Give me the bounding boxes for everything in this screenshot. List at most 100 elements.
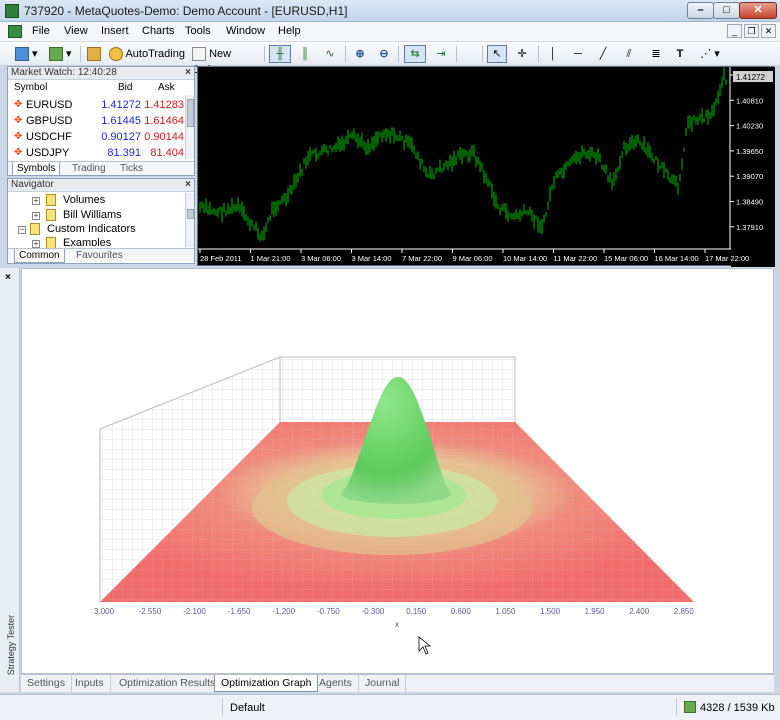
channel-button[interactable]: ⫽ bbox=[618, 45, 640, 63]
scrollbar-thumb[interactable] bbox=[187, 209, 194, 219]
column-symbol[interactable]: Symbol bbox=[14, 82, 47, 93]
tab-common[interactable]: Common bbox=[14, 249, 65, 263]
ask-value: 1.61464 bbox=[144, 115, 184, 127]
price-chart[interactable]: 1.412901.408101.402301.396501.390701.384… bbox=[197, 66, 775, 267]
menu-tools[interactable]: Tools bbox=[185, 25, 211, 37]
menu-help[interactable]: Help bbox=[278, 25, 301, 37]
tab-optimization-results[interactable]: Optimization Results bbox=[113, 675, 223, 692]
menu-insert[interactable]: Insert bbox=[101, 25, 129, 37]
ask-value: 0.90144 bbox=[144, 131, 184, 143]
x-tick-label: 2.850 bbox=[674, 607, 695, 616]
x-tick-label: -2.100 bbox=[183, 607, 206, 616]
zoom-in-icon: ⊕ bbox=[355, 48, 365, 60]
nav-item-bill-williams[interactable]: Bill Williams bbox=[63, 209, 122, 221]
minimize-button[interactable]: – bbox=[687, 2, 714, 19]
bar-chart-button[interactable]: ╫ bbox=[269, 45, 291, 63]
symbol-row[interactable]: ✥ EURUSD 1.41272 1.41283 bbox=[8, 97, 184, 113]
status-bar: Default 4328 / 1539 Kb bbox=[0, 694, 780, 720]
symbol-name: EURUSD bbox=[26, 99, 73, 111]
x-tick-label: 1.950 bbox=[585, 607, 606, 616]
x-tick-label: -0.750 bbox=[317, 607, 340, 616]
mdi-restore-button[interactable]: ❐ bbox=[744, 24, 759, 38]
close-button[interactable]: ✕ bbox=[739, 2, 777, 19]
line-chart-button[interactable]: ∿ bbox=[319, 45, 341, 63]
candlestick-button[interactable]: ║ bbox=[294, 45, 316, 63]
profiles-button[interactable]: ▾ bbox=[48, 45, 78, 63]
collapse-icon[interactable]: − bbox=[18, 226, 26, 234]
menu-window[interactable]: Window bbox=[226, 25, 265, 37]
menu-view[interactable]: View bbox=[64, 25, 88, 37]
autotrading-button[interactable]: AutoTrading bbox=[108, 45, 188, 63]
tab-ticks[interactable]: Ticks bbox=[116, 162, 147, 176]
custom-indicator-icon bbox=[30, 223, 40, 235]
mdi-minimize-button[interactable]: _ bbox=[727, 24, 742, 38]
expand-icon[interactable]: + bbox=[32, 240, 40, 248]
column-bid[interactable]: Bid bbox=[118, 82, 132, 93]
vertical-line-button[interactable]: │ bbox=[543, 45, 563, 63]
optimization-graph[interactable]: 3.000 -2.550 -2.100 -1.650 -1.200 -0.750 -0.30… bbox=[21, 268, 774, 674]
tab-symbols[interactable]: Symbols bbox=[12, 162, 61, 176]
vertical-line-icon: │ bbox=[549, 48, 557, 60]
fibonacci-button[interactable]: ≣ bbox=[645, 45, 667, 63]
profiles-icon bbox=[49, 47, 63, 62]
menu-charts[interactable]: Charts bbox=[142, 25, 174, 37]
cursor-tool-button[interactable]: ↖ bbox=[487, 45, 507, 63]
autoscroll-button[interactable]: ⇆ bbox=[404, 45, 426, 63]
expand-icon[interactable]: + bbox=[32, 212, 40, 220]
x-tick-label: 0.150 bbox=[406, 607, 427, 616]
tab-optimization-graph[interactable]: Optimization Graph bbox=[214, 675, 319, 692]
time-tick-label: 10 Mar 14:00 bbox=[503, 254, 547, 263]
zoom-in-button[interactable]: ⊕ bbox=[350, 45, 370, 63]
nav-item-volumes[interactable]: Volumes bbox=[63, 194, 105, 206]
market-button[interactable] bbox=[86, 45, 104, 63]
maximize-button[interactable]: □ bbox=[713, 2, 740, 19]
ask-value: 1.41283 bbox=[144, 99, 184, 111]
zoom-out-icon: ⊖ bbox=[379, 48, 389, 60]
horizontal-line-button[interactable]: ─ bbox=[568, 45, 588, 63]
new-order-button[interactable]: New Order bbox=[191, 45, 259, 76]
expand-icon[interactable]: + bbox=[32, 197, 40, 205]
navigator-scrollbar[interactable] bbox=[185, 193, 194, 247]
chart-window-icon[interactable] bbox=[8, 25, 22, 38]
price-direction-icon: ✥ bbox=[14, 115, 23, 126]
shapes-button[interactable]: ⋰ ▾ bbox=[695, 45, 725, 63]
navigator-close-icon[interactable]: × bbox=[185, 179, 191, 191]
nav-item-custom-indicators[interactable]: Custom Indicators bbox=[47, 223, 136, 235]
tab-agents[interactable]: Agents bbox=[313, 675, 359, 692]
tab-favourites[interactable]: Favourites bbox=[72, 249, 127, 263]
horizontal-line-icon: ─ bbox=[574, 48, 582, 60]
new-chart-button[interactable]: ▾ bbox=[14, 45, 44, 63]
symbol-row[interactable]: ✥ GBPUSD 1.61445 1.61464 bbox=[8, 113, 184, 129]
market-watch-panel: Market Watch: 12:40:28 × Symbol Bid Ask ✥… bbox=[7, 66, 195, 176]
scrollbar-thumb[interactable] bbox=[187, 99, 194, 127]
market-watch-tabs: Symbols Trading Ticks bbox=[8, 161, 194, 176]
zoom-out-button[interactable]: ⊖ bbox=[374, 45, 394, 63]
chart-shift-icon: ⇥ bbox=[436, 48, 446, 60]
market-watch-close-icon[interactable]: × bbox=[185, 67, 191, 79]
crosshair-button[interactable]: ✛ bbox=[512, 45, 532, 63]
symbol-row[interactable]: ✥ USDJPY 81.391 81.404 bbox=[8, 145, 184, 161]
strategy-tester-label: Strategy Tester bbox=[6, 614, 16, 676]
status-profile: Default bbox=[230, 702, 265, 714]
market-watch-scrollbar[interactable] bbox=[185, 95, 194, 159]
tab-inputs[interactable]: Inputs bbox=[69, 675, 111, 692]
trendline-button[interactable]: ╱ bbox=[593, 45, 613, 63]
tester-close-icon[interactable]: × bbox=[5, 272, 11, 283]
tab-settings[interactable]: Settings bbox=[21, 675, 72, 692]
mdi-close-button[interactable]: ✕ bbox=[761, 24, 776, 38]
price-tick-label: 1.39650 bbox=[736, 147, 763, 156]
symbol-row[interactable]: ✥ USDCHF 0.90127 0.90144 bbox=[8, 129, 184, 145]
text-tool-button[interactable]: T bbox=[670, 45, 690, 63]
nav-item-examples[interactable]: Examples bbox=[63, 237, 111, 246]
close-icon: ✕ bbox=[753, 4, 763, 16]
tab-journal[interactable]: Journal bbox=[359, 675, 407, 692]
navigator-title: Navigator × bbox=[8, 179, 194, 192]
column-ask[interactable]: Ask bbox=[158, 82, 175, 93]
chart-shift-button[interactable]: ⇥ bbox=[430, 45, 452, 63]
current-price-label: 1.41272 bbox=[736, 73, 765, 82]
tab-trading[interactable]: Trading bbox=[68, 162, 110, 176]
bid-value: 0.90127 bbox=[101, 131, 141, 143]
x-tick-label: 1.050 bbox=[495, 607, 516, 616]
price-tick-label: 1.40810 bbox=[736, 96, 763, 105]
menu-file[interactable]: File bbox=[32, 25, 50, 37]
